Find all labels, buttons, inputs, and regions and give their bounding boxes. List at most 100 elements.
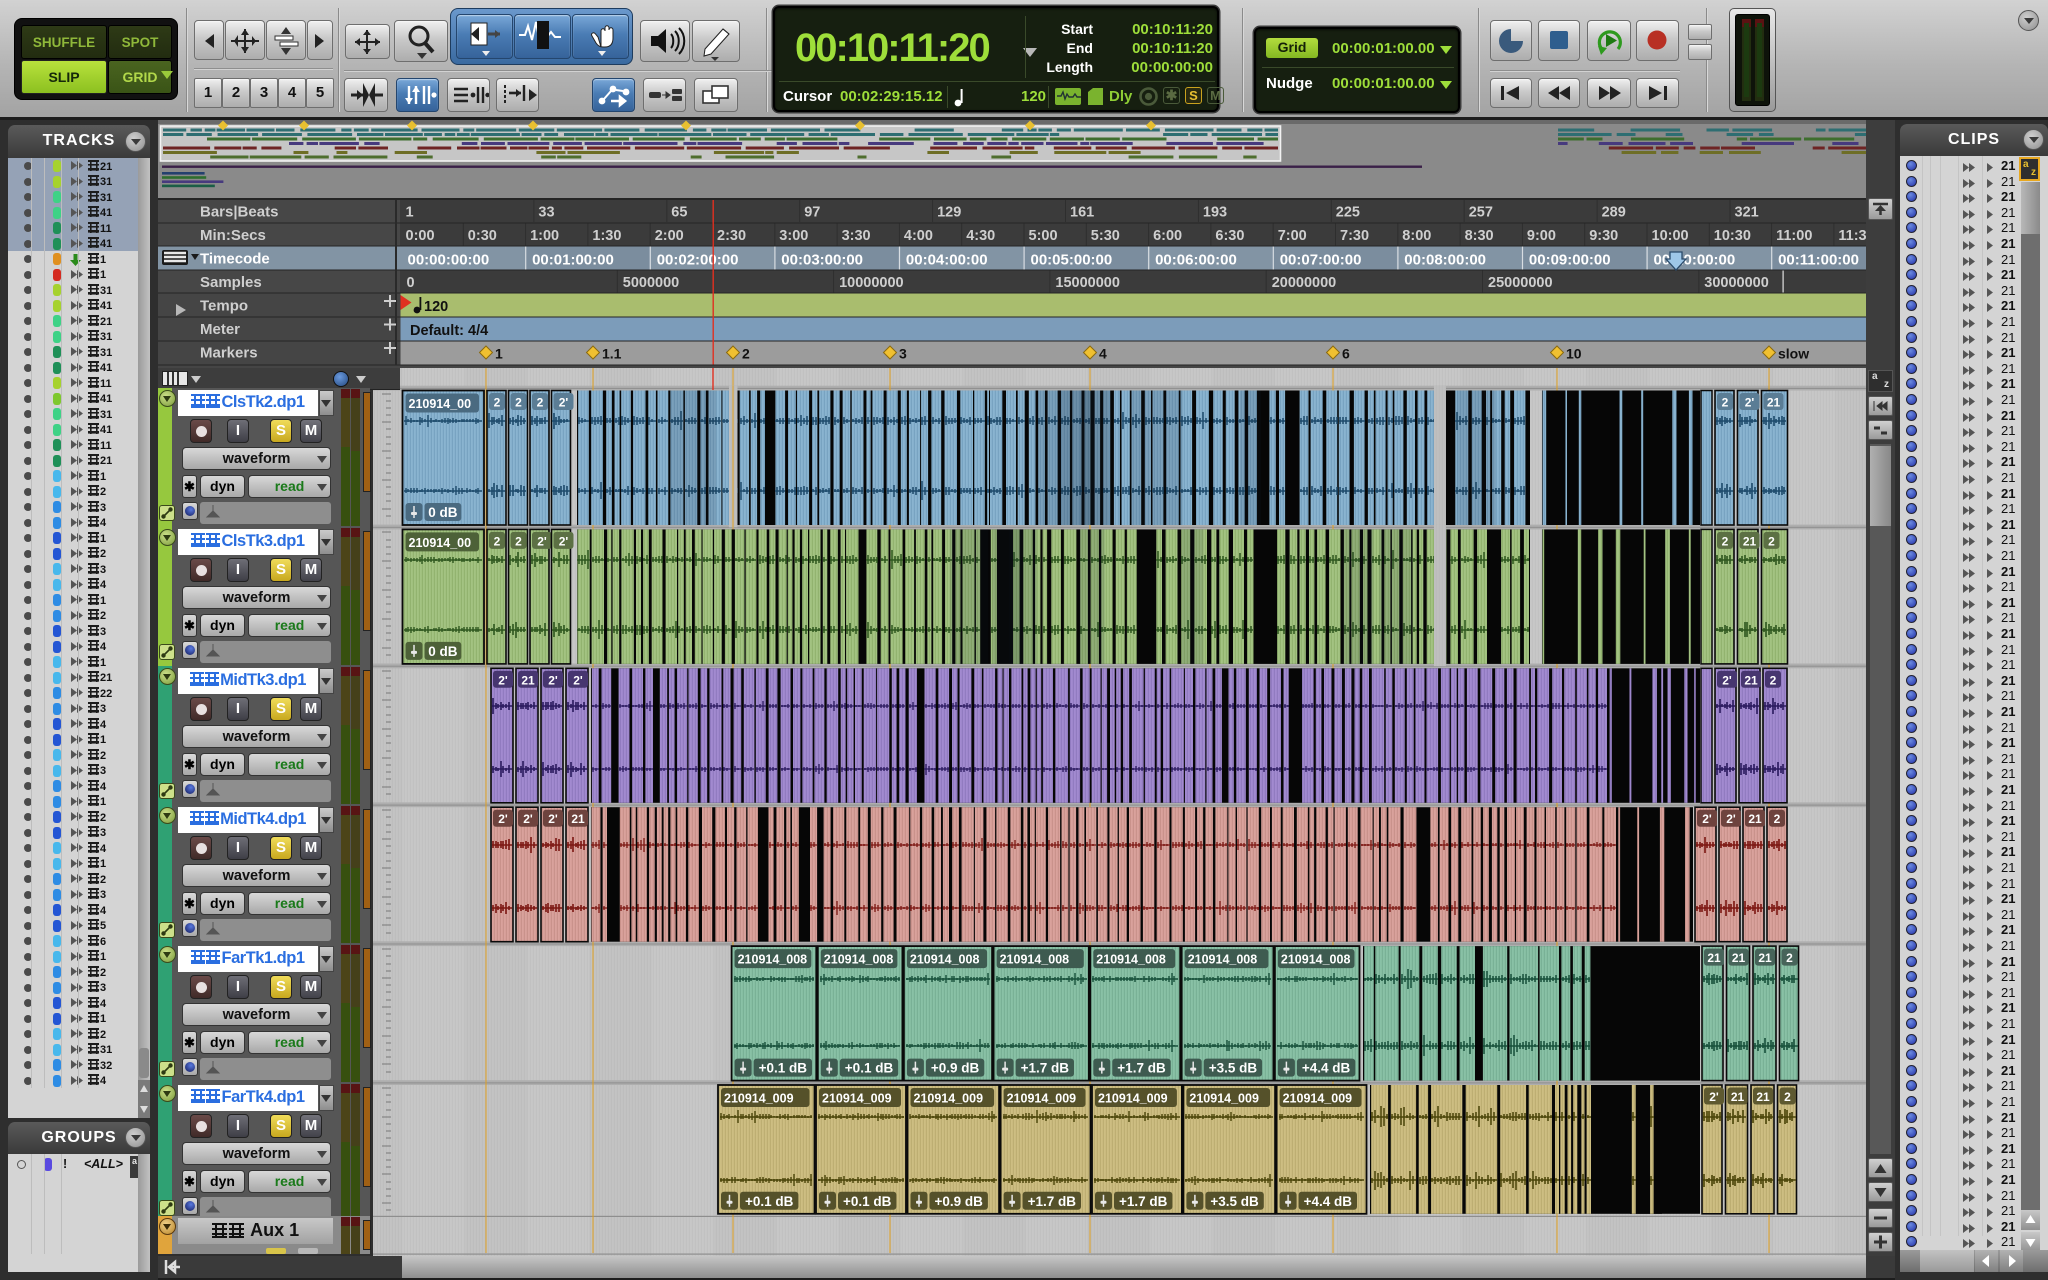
svg-text:21: 21 (1744, 673, 1758, 687)
svg-text:10:00: 10:00 (1652, 228, 1689, 244)
svg-text:1:00: 1:00 (530, 228, 559, 244)
svg-text:210914_009: 210914_009 (1007, 1092, 1077, 1106)
svg-text:8:30: 8:30 (1465, 228, 1494, 244)
svg-text:2': 2' (523, 812, 533, 826)
svg-text:2': 2' (559, 396, 569, 410)
svg-text:+1.7 dB: +1.7 dB (1117, 1061, 1166, 1076)
svg-text:2': 2' (559, 534, 569, 548)
svg-text:8:00: 8:00 (1402, 228, 1431, 244)
svg-text:210914_009: 210914_009 (724, 1092, 794, 1106)
svg-text:5:30: 5:30 (1091, 228, 1120, 244)
svg-text:00:09:00:00: 00:09:00:00 (1529, 252, 1611, 269)
svg-text:161: 161 (1070, 205, 1094, 221)
svg-text:10:30: 10:30 (1714, 228, 1751, 244)
svg-text:15000000: 15000000 (1055, 275, 1120, 291)
svg-text:0: 0 (407, 275, 415, 291)
svg-text:2:30: 2:30 (717, 228, 746, 244)
svg-text:Bars|Beats: Bars|Beats (200, 204, 278, 221)
svg-text:2': 2' (548, 812, 558, 826)
svg-text:2': 2' (537, 534, 547, 548)
svg-text:00:00:00:00: 00:00:00:00 (408, 252, 490, 269)
svg-text:2': 2' (1726, 812, 1736, 826)
svg-text:00:02:00:00: 00:02:00:00 (657, 252, 739, 269)
svg-text:+3.5 dB: +3.5 dB (1210, 1194, 1259, 1209)
svg-text:210914_008: 210914_008 (738, 953, 808, 967)
svg-text:21: 21 (1756, 1090, 1770, 1104)
svg-text:3:30: 3:30 (842, 228, 871, 244)
svg-text:21: 21 (1743, 534, 1757, 548)
svg-text:120: 120 (424, 299, 448, 315)
svg-text:1: 1 (495, 346, 503, 362)
svg-text:97: 97 (804, 205, 820, 221)
svg-text:321: 321 (1735, 205, 1759, 221)
svg-text:289: 289 (1602, 205, 1626, 221)
svg-text:+0.9 dB: +0.9 dB (931, 1061, 980, 1076)
svg-text:+0.1 dB: +0.1 dB (759, 1061, 808, 1076)
svg-text:+0.9 dB: +0.9 dB (934, 1194, 983, 1209)
svg-text:210914_009: 210914_009 (1098, 1092, 1168, 1106)
svg-text:0 dB: 0 dB (428, 505, 458, 520)
svg-text:2: 2 (1768, 534, 1775, 548)
svg-text:25000000: 25000000 (1488, 275, 1553, 291)
svg-text:00:11:00:00: 00:11:00:00 (1778, 252, 1859, 269)
svg-text:7:30: 7:30 (1340, 228, 1369, 244)
svg-text:2: 2 (537, 396, 544, 410)
svg-text:slow: slow (1778, 346, 1809, 362)
svg-text:00:08:00:00: 00:08:00:00 (1404, 252, 1486, 269)
svg-text:11:00: 11:00 (1776, 228, 1812, 244)
svg-text:210914_008: 210914_008 (1000, 953, 1070, 967)
svg-text:Markers: Markers (200, 345, 258, 362)
svg-text:210914_008: 210914_008 (1281, 953, 1351, 967)
svg-text:4:30: 4:30 (966, 228, 995, 244)
svg-text:Default: 4/4: Default: 4/4 (410, 323, 488, 339)
svg-text:10: 10 (1566, 346, 1582, 362)
svg-text:+3.5 dB: +3.5 dB (1209, 1061, 1258, 1076)
svg-text:+1.7 dB: +1.7 dB (1028, 1194, 1077, 1209)
svg-text:2': 2' (573, 673, 583, 687)
svg-text:00:07:00:00: 00:07:00:00 (1280, 252, 1362, 269)
svg-text:21: 21 (521, 673, 535, 687)
svg-text:30000000: 30000000 (1704, 275, 1769, 291)
svg-text:21: 21 (1707, 951, 1721, 965)
svg-text:210914_008: 210914_008 (1096, 953, 1166, 967)
svg-text:2: 2 (742, 346, 750, 362)
svg-text:+0.1 dB: +0.1 dB (845, 1061, 894, 1076)
svg-text:+4.4 dB: +4.4 dB (1302, 1061, 1351, 1076)
svg-text:193: 193 (1203, 205, 1227, 221)
svg-text:210914_008: 210914_008 (824, 953, 894, 967)
svg-text:5:00: 5:00 (1029, 228, 1058, 244)
svg-text:6:30: 6:30 (1215, 228, 1244, 244)
svg-text:5000000: 5000000 (623, 275, 679, 291)
svg-text:210914_009: 210914_009 (914, 1092, 984, 1106)
svg-text:210914_008: 210914_008 (910, 953, 980, 967)
svg-text:2': 2' (1702, 812, 1712, 826)
svg-text:00:10:00:00: 00:10:00:00 (1654, 252, 1736, 269)
svg-text:21: 21 (1731, 1090, 1745, 1104)
svg-text:210914_009: 210914_009 (1283, 1092, 1353, 1106)
svg-text:2: 2 (1722, 396, 1729, 410)
svg-text:21: 21 (571, 812, 585, 826)
svg-text:210914_008: 210914_008 (1188, 953, 1258, 967)
svg-text:7:00: 7:00 (1278, 228, 1307, 244)
svg-text:3:00: 3:00 (779, 228, 808, 244)
svg-text:2: 2 (1722, 534, 1729, 548)
svg-text:2: 2 (1784, 1090, 1791, 1104)
svg-text:3: 3 (899, 346, 907, 362)
svg-text:2: 2 (494, 534, 501, 548)
svg-text:2': 2' (1745, 396, 1755, 410)
svg-text:257: 257 (1469, 205, 1493, 221)
svg-text:Meter: Meter (200, 321, 240, 338)
svg-text:4: 4 (1099, 346, 1107, 362)
svg-text:00:03:00:00: 00:03:00:00 (781, 252, 863, 269)
svg-text:2': 2' (498, 673, 508, 687)
svg-text:Tempo: Tempo (200, 298, 248, 315)
svg-text:+1.7 dB: +1.7 dB (1119, 1194, 1168, 1209)
svg-text:00:06:00:00: 00:06:00:00 (1155, 252, 1237, 269)
svg-text:33: 33 (538, 205, 554, 221)
svg-text:210914_00: 210914_00 (409, 397, 472, 411)
svg-text:9:30: 9:30 (1589, 228, 1618, 244)
svg-text:129: 129 (937, 205, 961, 221)
svg-text:1.1: 1.1 (602, 346, 622, 362)
svg-text:10000000: 10000000 (839, 275, 904, 291)
svg-text:225: 225 (1336, 205, 1360, 221)
